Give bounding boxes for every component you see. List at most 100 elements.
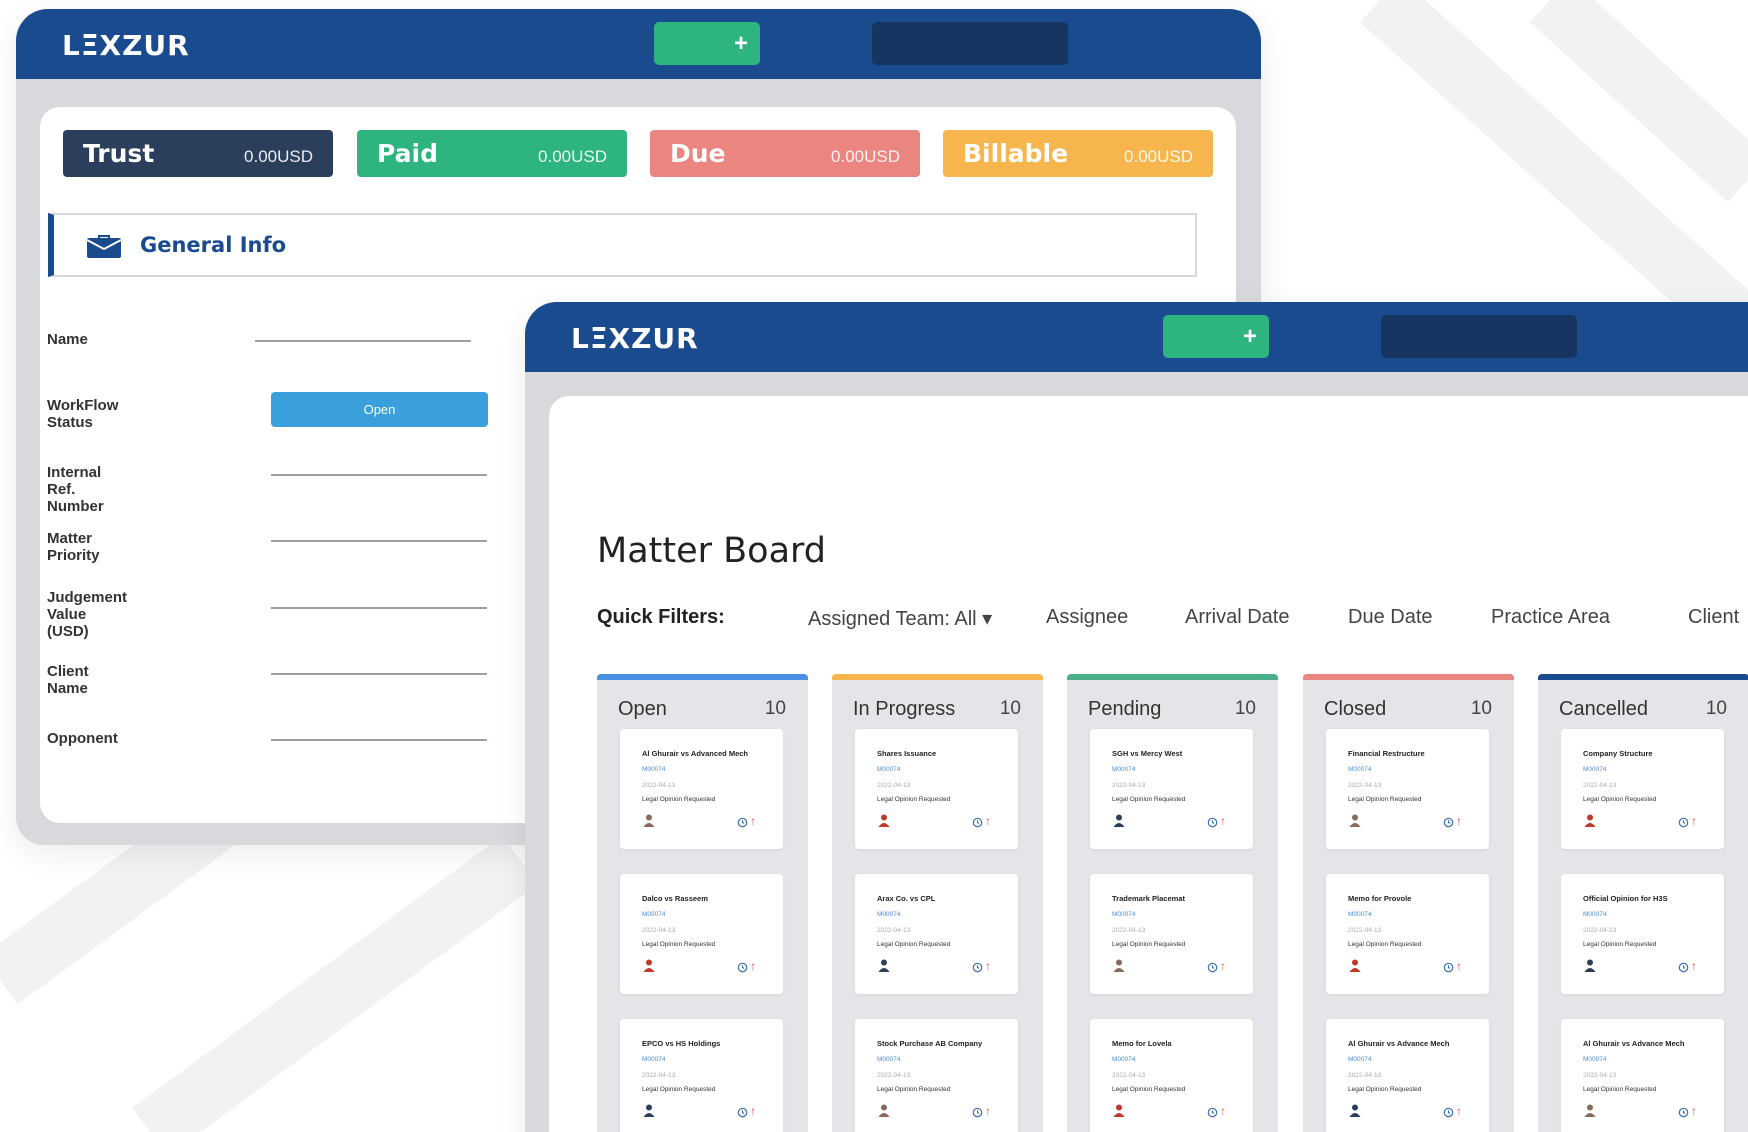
matter-card[interactable]: SGH vs Mercy West M00074 2022-04-13 Legal O… (1090, 729, 1253, 849)
card-status: Legal Opinion Requested (1583, 941, 1657, 948)
trust-balance-card[interactable]: Trust 0.00USD (63, 130, 333, 177)
clock-icon[interactable] (737, 962, 748, 973)
briefcase-icon (86, 235, 122, 258)
card-title: Al Ghurair vs Advance Mech (1348, 1039, 1450, 1048)
client-name-label: Client Name (47, 663, 89, 697)
card-title: Memo for Provole (1348, 894, 1412, 903)
clock-icon[interactable] (1443, 1107, 1454, 1118)
workflow-status-button[interactable]: Open (271, 392, 488, 427)
add-button[interactable]: + (1163, 315, 1269, 358)
user-menu-button[interactable] (1381, 315, 1577, 358)
avatar-icon (1113, 959, 1125, 972)
client-filter[interactable]: Client (1688, 606, 1739, 629)
priority-arrow-icon: ↑ (1220, 959, 1226, 973)
name-field[interactable] (255, 340, 471, 342)
column-color-bar (1538, 674, 1748, 680)
matter-card[interactable]: Al Ghurair vs Advance Mech M00074 2022-04-… (1326, 1019, 1489, 1132)
opponent-field[interactable] (271, 739, 487, 741)
clock-icon[interactable] (1443, 962, 1454, 973)
clock-icon[interactable] (972, 962, 983, 973)
user-menu-button[interactable] (872, 22, 1068, 65)
card-id: M00074 (1348, 1056, 1372, 1063)
judgement-value-label: Judgement Value (USD) (47, 589, 127, 640)
clock-icon[interactable] (972, 817, 983, 828)
clock-icon[interactable] (1678, 817, 1689, 828)
card-status: Legal Opinion Requested (1583, 1086, 1657, 1093)
matter-card[interactable]: Memo for Provole M00074 2022-04-13 Legal Op… (1326, 874, 1489, 994)
column-closed: Closed 10 Financial Restructure M00074 2022-… (1303, 674, 1514, 1132)
priority-arrow-icon: ↑ (1691, 1104, 1697, 1118)
paid-value: 0.00USD (538, 146, 607, 166)
matter-card[interactable]: Al Ghurair vs Advanced Mech M00074 2022-04… (620, 729, 783, 849)
matter-priority-field[interactable] (271, 540, 487, 542)
card-date: 2022-04-13 (1348, 1072, 1382, 1079)
judgement-value-field[interactable] (271, 607, 487, 609)
matter-card[interactable]: Stock Purchase AB Company M00074 2022-04-1… (855, 1019, 1018, 1132)
assigned-team-filter[interactable]: Assigned Team: All ▾ (808, 606, 992, 631)
billable-balance-card[interactable]: Billable 0.00USD (943, 130, 1213, 177)
matter-card[interactable]: Arax Co. vs CPL M00074 2022-04-13 Legal Opi… (855, 874, 1018, 994)
client-name-field[interactable] (271, 673, 487, 675)
assignee-filter[interactable]: Assignee (1046, 606, 1128, 629)
card-title: Stock Purchase AB Company (877, 1039, 983, 1048)
internal-ref-label: Internal Ref. Number (47, 464, 104, 515)
clock-icon[interactable] (737, 817, 748, 828)
matter-card[interactable]: Al Ghurair vs Advance Mech M00074 2022-04-… (1561, 1019, 1724, 1132)
clock-icon[interactable] (1443, 817, 1454, 828)
avatar-icon (1113, 814, 1125, 827)
general-info-header[interactable]: General Info (48, 213, 1197, 277)
column-color-bar (1067, 674, 1278, 680)
paid-balance-card[interactable]: Paid 0.00USD (357, 130, 627, 177)
clock-icon[interactable] (1678, 962, 1689, 973)
clock-icon[interactable] (1207, 817, 1218, 828)
top-bar: LΞXZUR + (525, 302, 1748, 372)
priority-arrow-icon: ↑ (985, 959, 991, 973)
top-bar: LΞXZUR + (16, 9, 1261, 79)
matter-card[interactable]: EPCO vs HS Holdings M00074 2022-04-13 Legal… (620, 1019, 783, 1132)
due-date-filter[interactable]: Due Date (1348, 606, 1433, 629)
matter-card[interactable]: Dalco vs Rasseem M00074 2022-04-13 Legal Op… (620, 874, 783, 994)
matter-card[interactable]: Shares Issuance M00074 2022-04-13 Legal Opi… (855, 729, 1018, 849)
card-status: Legal Opinion Requested (877, 1086, 951, 1093)
card-date: 2022-04-13 (1112, 927, 1146, 934)
matter-card[interactable]: Memo for Lovela M00074 2022-04-13 Legal Opi… (1090, 1019, 1253, 1132)
card-date: 2022-04-13 (1112, 782, 1146, 789)
internal-ref-field[interactable] (271, 474, 487, 476)
card-status: Legal Opinion Requested (1348, 941, 1422, 948)
card-title: Financial Restructure (1348, 749, 1425, 758)
column-name: Pending (1088, 698, 1162, 720)
avatar-icon (643, 814, 655, 827)
matter-card[interactable]: Trademark Placemat M00074 2022-04-13 Legal … (1090, 874, 1253, 994)
clock-icon[interactable] (1207, 962, 1218, 973)
avatar-icon (1584, 814, 1596, 827)
arrival-date-filter[interactable]: Arrival Date (1185, 606, 1289, 629)
card-id: M00074 (642, 1056, 666, 1063)
card-status: Legal Opinion Requested (1112, 1086, 1186, 1093)
card-date: 2022-04-13 (877, 927, 911, 934)
clock-icon[interactable] (1207, 1107, 1218, 1118)
card-date: 2022-04-13 (877, 1072, 911, 1079)
add-button[interactable]: + (654, 22, 760, 65)
lexzur-logo: LΞXZUR (62, 29, 190, 62)
clock-icon[interactable] (972, 1107, 983, 1118)
billable-value: 0.00USD (1124, 146, 1193, 166)
clock-icon[interactable] (737, 1107, 748, 1118)
card-id: M00074 (1583, 1056, 1607, 1063)
column-pending: Pending 10 SGH vs Mercy West M00074 2022-04-… (1067, 674, 1278, 1132)
card-status: Legal Opinion Requested (877, 796, 951, 803)
matter-card[interactable]: Financial Restructure M00074 2022-04-13 Leg… (1326, 729, 1489, 849)
clock-icon[interactable] (1678, 1107, 1689, 1118)
card-status: Legal Opinion Requested (1348, 796, 1422, 803)
priority-arrow-icon: ↑ (750, 1104, 756, 1118)
card-status: Legal Opinion Requested (642, 941, 716, 948)
avatar-icon (878, 1104, 890, 1117)
avatar-icon (878, 959, 890, 972)
card-status: Legal Opinion Requested (1348, 1086, 1422, 1093)
matter-card[interactable]: Company Structure M00074 2022-04-13 Legal O… (1561, 729, 1724, 849)
card-id: M00074 (877, 911, 901, 918)
card-id: M00074 (1112, 1056, 1136, 1063)
practice-area-filter[interactable]: Practice Area (1491, 606, 1610, 629)
column-name: In Progress (853, 698, 956, 720)
due-balance-card[interactable]: Due 0.00USD (650, 130, 920, 177)
matter-card[interactable]: Official Opinion for H3S M00074 2022-04-13… (1561, 874, 1724, 994)
